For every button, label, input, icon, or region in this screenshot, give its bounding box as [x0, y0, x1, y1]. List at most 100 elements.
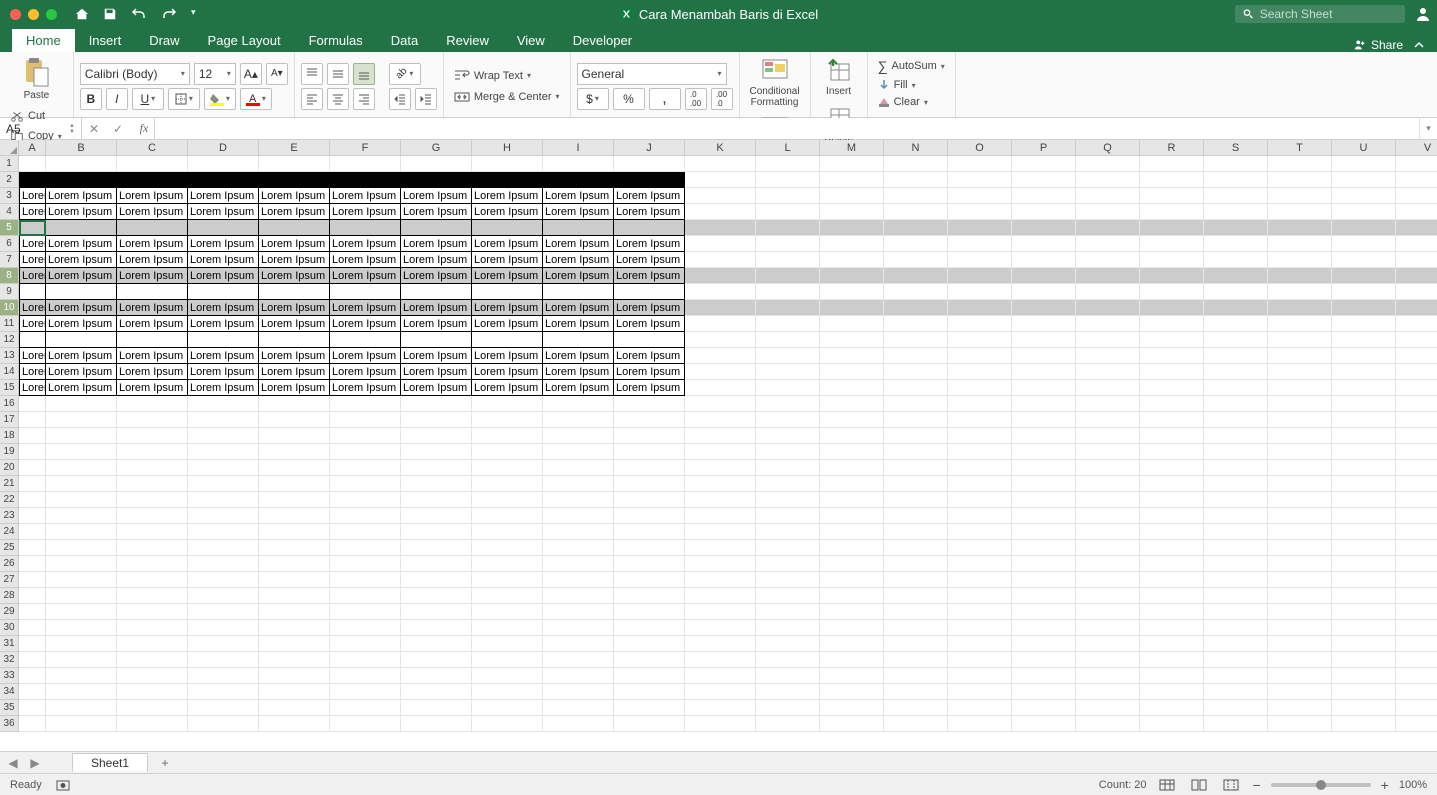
- cell[interactable]: [543, 540, 614, 556]
- cell[interactable]: [1268, 172, 1332, 188]
- cell[interactable]: [1140, 220, 1204, 236]
- cell[interactable]: [820, 236, 884, 252]
- cell[interactable]: [1076, 444, 1140, 460]
- cell[interactable]: Lorem Ipsum: [330, 364, 401, 380]
- cell[interactable]: [884, 156, 948, 172]
- cell[interactable]: [948, 204, 1012, 220]
- cell[interactable]: [1268, 412, 1332, 428]
- cell[interactable]: [614, 332, 685, 348]
- column-header[interactable]: C: [117, 140, 188, 156]
- view-normal-button[interactable]: [1156, 776, 1178, 794]
- cell[interactable]: [259, 524, 330, 540]
- cell[interactable]: [259, 428, 330, 444]
- cell[interactable]: [820, 668, 884, 684]
- cell[interactable]: [1076, 492, 1140, 508]
- column-header[interactable]: R: [1140, 140, 1204, 156]
- cell[interactable]: [756, 540, 820, 556]
- cell[interactable]: [820, 428, 884, 444]
- cell[interactable]: [1140, 444, 1204, 460]
- cell[interactable]: Lorem Ipsum: [543, 380, 614, 396]
- cell[interactable]: [1076, 684, 1140, 700]
- cell[interactable]: [1076, 300, 1140, 316]
- cell[interactable]: Lorem Ipsum: [614, 268, 685, 284]
- cell[interactable]: [884, 524, 948, 540]
- cell[interactable]: [19, 684, 46, 700]
- cell[interactable]: [948, 572, 1012, 588]
- cell[interactable]: Lorem Ipsum: [614, 364, 685, 380]
- cell[interactable]: [820, 652, 884, 668]
- cell[interactable]: [1268, 396, 1332, 412]
- cell[interactable]: Lorem Ipsum: [117, 204, 188, 220]
- row-header[interactable]: 11: [0, 316, 19, 332]
- cell[interactable]: [820, 220, 884, 236]
- cell[interactable]: [948, 188, 1012, 204]
- cell[interactable]: [820, 620, 884, 636]
- cell[interactable]: [948, 700, 1012, 716]
- cell[interactable]: [820, 380, 884, 396]
- increase-font-button[interactable]: A▴: [240, 63, 262, 85]
- cell[interactable]: [756, 172, 820, 188]
- cell[interactable]: [614, 220, 685, 236]
- percent-button[interactable]: %: [613, 88, 645, 110]
- cell[interactable]: [685, 652, 756, 668]
- cell[interactable]: [1268, 716, 1332, 732]
- cell[interactable]: [188, 460, 259, 476]
- cell[interactable]: [117, 524, 188, 540]
- cell[interactable]: [1076, 252, 1140, 268]
- cell[interactable]: Lorem Ipsum: [614, 188, 685, 204]
- cell[interactable]: [685, 188, 756, 204]
- cell[interactable]: [46, 636, 117, 652]
- cell[interactable]: [19, 652, 46, 668]
- cell[interactable]: [1204, 460, 1268, 476]
- cell[interactable]: [1012, 236, 1076, 252]
- cell[interactable]: [117, 444, 188, 460]
- cell[interactable]: [1396, 300, 1437, 316]
- cell[interactable]: [884, 236, 948, 252]
- cell[interactable]: [1204, 172, 1268, 188]
- cell[interactable]: [1204, 156, 1268, 172]
- zoom-slider[interactable]: [1271, 783, 1371, 787]
- cell[interactable]: [948, 316, 1012, 332]
- cell[interactable]: [1012, 220, 1076, 236]
- cell[interactable]: [756, 156, 820, 172]
- cell[interactable]: [330, 492, 401, 508]
- cell[interactable]: Lorem Ipsum: [543, 252, 614, 268]
- cell[interactable]: [472, 604, 543, 620]
- cell[interactable]: [188, 220, 259, 236]
- cell[interactable]: [884, 508, 948, 524]
- tab-formulas[interactable]: Formulas: [295, 29, 377, 52]
- cell[interactable]: [46, 444, 117, 460]
- cell[interactable]: [1012, 556, 1076, 572]
- cell[interactable]: Lorem Ipsum: [401, 380, 472, 396]
- cell[interactable]: [1332, 156, 1396, 172]
- cell[interactable]: [685, 684, 756, 700]
- cell[interactable]: [685, 700, 756, 716]
- cell[interactable]: Lorem Ipsum: [188, 236, 259, 252]
- cell[interactable]: [1012, 412, 1076, 428]
- cell[interactable]: [46, 428, 117, 444]
- italic-button[interactable]: I: [106, 88, 128, 110]
- cell[interactable]: [1332, 700, 1396, 716]
- cell[interactable]: [330, 460, 401, 476]
- cell[interactable]: [1332, 348, 1396, 364]
- cell[interactable]: [1204, 316, 1268, 332]
- cell[interactable]: Lorem Ipsum: [188, 188, 259, 204]
- search-input[interactable]: [1260, 7, 1397, 21]
- cell[interactable]: [19, 476, 46, 492]
- cell[interactable]: [884, 204, 948, 220]
- cell[interactable]: [1076, 460, 1140, 476]
- cell[interactable]: [543, 524, 614, 540]
- tab-insert[interactable]: Insert: [75, 29, 136, 52]
- row-header[interactable]: 28: [0, 588, 19, 604]
- cell[interactable]: [401, 460, 472, 476]
- cell[interactable]: Lorem Ipsum: [188, 204, 259, 220]
- cell[interactable]: Lorem Ipsum: [401, 300, 472, 316]
- cell[interactable]: [1140, 204, 1204, 220]
- fill-button[interactable]: Fill▾: [874, 77, 949, 93]
- number-format-combo[interactable]: General▾: [577, 63, 727, 85]
- cell[interactable]: [1268, 460, 1332, 476]
- cell[interactable]: [188, 524, 259, 540]
- cell[interactable]: [401, 220, 472, 236]
- cell[interactable]: [1204, 556, 1268, 572]
- cell[interactable]: Lorem Ipsum: [614, 380, 685, 396]
